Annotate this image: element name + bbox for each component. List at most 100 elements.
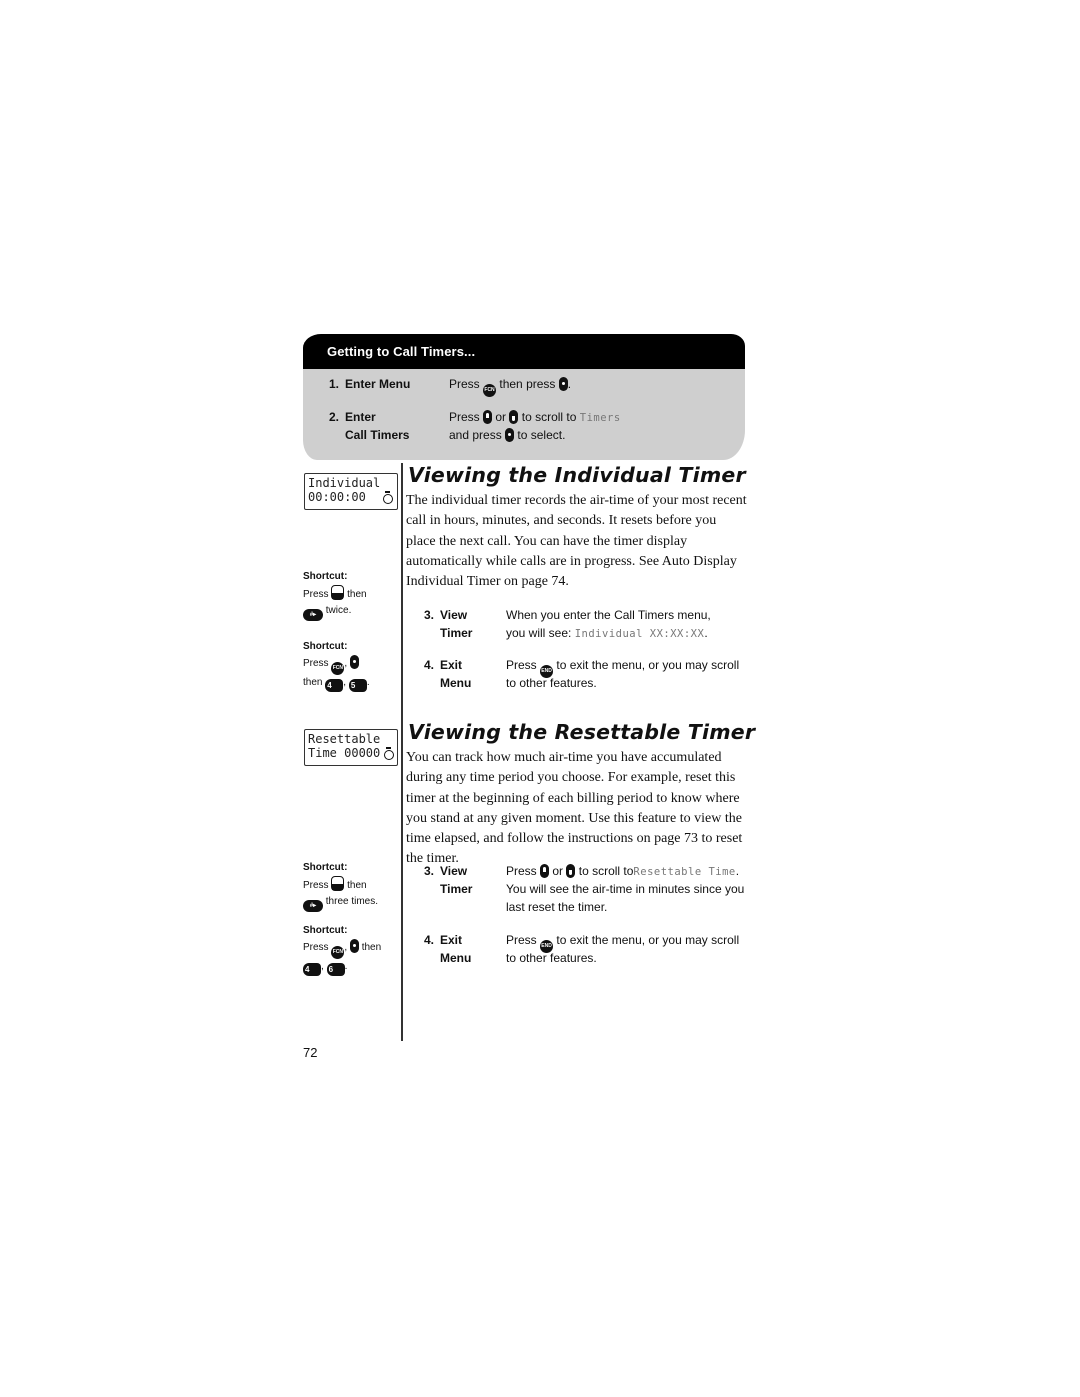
step-number: 1. [329, 377, 340, 391]
key-6-icon: 6 [326, 963, 345, 976]
lcd-text: Resettable Time [633, 866, 736, 878]
step-text: you will see: Individual XX:XX:XX. [506, 624, 708, 643]
step-text: Press or to scroll toResettable Time. [506, 862, 739, 881]
stopwatch-icon [384, 747, 394, 760]
individual-body-text: The individual timer records the air-tim… [406, 493, 747, 590]
lcd-text: Individual XX:XX:XX [574, 628, 705, 640]
resettable-step-4: 4. Exit Menu Press END to exit the menu,… [424, 931, 754, 971]
resettable-body-text: You can track how much air-time you have… [406, 750, 743, 867]
text: to scroll to [578, 864, 634, 878]
text: twice. [325, 605, 352, 616]
down-key-icon [509, 410, 519, 424]
shortcut-label: Shortcut: [303, 862, 348, 873]
section-heading-resettable: Viewing the Resettable Timer [408, 720, 756, 744]
step-text: You will see the air-time in minutes sin… [506, 882, 745, 896]
lcd-line-1: Individual [308, 476, 381, 490]
text: then [303, 677, 323, 688]
text: and press [449, 428, 502, 442]
lcd-line-2: Time 00000 [308, 746, 381, 760]
step-text: last reset the timer. [506, 900, 608, 914]
step-text: Press FCN then press . [449, 375, 571, 397]
recall-key-icon [331, 876, 345, 891]
text: to exit the menu, or you may scroll [556, 933, 740, 947]
page-number: 72 [303, 1045, 318, 1060]
hash-key-icon: #▸ [303, 609, 323, 621]
text: then [347, 589, 367, 600]
select-key-icon [558, 377, 568, 391]
text: Press [506, 658, 537, 672]
individual-step-4: 4. Exit Menu Press END to exit the menu,… [424, 656, 754, 696]
shortcut-label: Shortcut: [303, 925, 348, 936]
step-number: 4. [424, 933, 435, 947]
box-title: Getting to Call Timers... [327, 344, 476, 359]
text: or [495, 410, 507, 424]
select-key-icon [505, 428, 515, 442]
step-label: Call Timers [345, 428, 410, 442]
step-label: Exit [440, 933, 463, 947]
step-number: 3. [424, 864, 435, 878]
text: to scroll to [521, 410, 577, 424]
resettable-step-3: 3. View Timer Press or to scroll toReset… [424, 862, 754, 922]
text: to exit the menu, or you may scroll [556, 658, 740, 672]
text: , [321, 961, 324, 972]
stopwatch-icon [383, 491, 393, 504]
lcd-text: Timers [579, 412, 621, 424]
text: Press [506, 864, 537, 878]
text: . [567, 377, 572, 391]
box-header: Getting to Call Timers... [303, 334, 745, 369]
getting-to-call-timers-box: Getting to Call Timers... 1. Enter Menu … [303, 334, 745, 460]
step-label: Timer [440, 882, 473, 896]
text: then [347, 880, 367, 891]
step-text: to other features. [506, 951, 597, 965]
step-text: and press to select. [449, 426, 565, 444]
text: Press [449, 410, 480, 424]
step-label: Menu [440, 951, 472, 965]
key-4-icon: 4 [303, 963, 321, 976]
text: Press [303, 589, 329, 600]
down-key-icon [566, 864, 576, 878]
text: then [361, 942, 382, 953]
text: or [552, 864, 564, 878]
text: then press [499, 377, 556, 391]
lcd-display-individual: Individual 00:00:00 [304, 473, 398, 510]
select-key-icon [349, 939, 359, 953]
text: . [704, 626, 708, 640]
step-text: When you enter the Call Timers menu, [506, 608, 711, 622]
text: Press [449, 377, 480, 391]
key-5-icon: 5 [348, 679, 367, 692]
box-step-1: 1. Enter Menu Press FCN then press . [329, 375, 729, 397]
text: , [344, 658, 348, 669]
step-label: View [440, 608, 468, 622]
shortcut-individual-2: Shortcut: Press FCN, then 4, 5. [303, 639, 398, 692]
hash-key-icon: #▸ [303, 900, 323, 912]
select-key-icon [349, 655, 359, 669]
step-number: 4. [424, 658, 435, 672]
step-label: Timer [440, 626, 473, 640]
section-heading-individual: Viewing the Individual Timer [408, 463, 746, 487]
fcn-key-icon: FCN [331, 662, 345, 675]
text: Press [506, 933, 537, 947]
step-text: to other features. [506, 676, 597, 690]
individual-step-3: 3. View Timer When you enter the Call Ti… [424, 606, 754, 646]
step-number: 3. [424, 608, 435, 622]
vertical-divider [401, 463, 403, 1041]
step-text: Press or to scroll to Timers [449, 408, 621, 427]
shortcut-label: Shortcut: [303, 571, 348, 582]
shortcut-label: Shortcut: [303, 641, 348, 652]
shortcut-resettable-2: Shortcut: Press FCN, then 4, 6. [303, 923, 398, 976]
text: Press [303, 942, 329, 953]
step-number: 2. [329, 410, 340, 424]
box-step-2: 2. Enter Call Timers Press or to scroll … [329, 408, 729, 448]
recall-key-icon [331, 585, 345, 600]
step-label: Enter Menu [345, 377, 411, 391]
text: , [343, 677, 347, 688]
step-label: Enter [345, 410, 376, 424]
step-label: Menu [440, 676, 472, 690]
text: . [735, 864, 740, 878]
step-label: View [440, 864, 468, 878]
fcn-key-icon: FCN [331, 946, 345, 959]
lcd-line-1: Resettable [308, 732, 381, 746]
lcd-line-2: 00:00:00 [308, 490, 366, 504]
text: Press [303, 880, 329, 891]
shortcut-resettable-1: Shortcut: Press then #▸ three times. [303, 860, 398, 912]
